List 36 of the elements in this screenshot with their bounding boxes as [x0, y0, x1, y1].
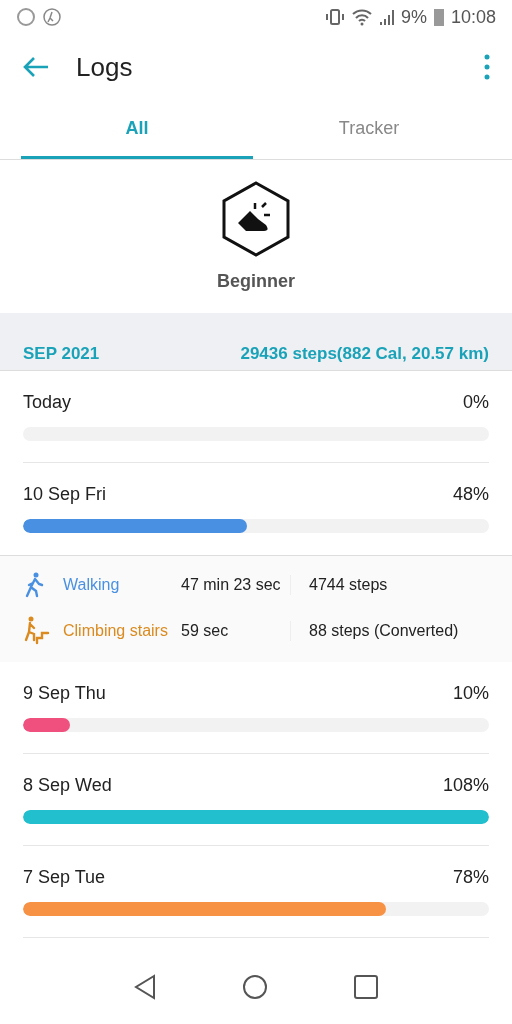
square-icon — [353, 974, 380, 1000]
back-arrow-icon — [22, 55, 50, 79]
day-percent: 10% — [452, 683, 489, 704]
signal-icon — [378, 8, 395, 26]
more-icon — [484, 54, 490, 80]
vibrate-icon — [324, 7, 345, 27]
activity-name: Climbing stairs — [63, 621, 169, 641]
page-title: Logs — [76, 51, 134, 83]
day-percent: 108% — [442, 775, 489, 796]
day-percent: 78% — [452, 867, 489, 888]
activity-steps: 88 steps (Converted) — [291, 622, 489, 640]
day-percent: 48% — [452, 484, 489, 505]
activity-duration: 59 sec — [181, 621, 291, 641]
triangle-icon — [132, 974, 157, 1000]
level-label: Beginner — [217, 271, 295, 292]
clock: 10:08 — [450, 6, 496, 28]
month-label: SEP 2021 — [23, 344, 100, 364]
activity-name: Walking — [63, 575, 121, 595]
walking-person-icon — [23, 572, 45, 598]
walking-icon — [42, 7, 62, 27]
day-label[interactable]: 9 Sep Thu — [23, 683, 106, 704]
day-label[interactable]: 8 Sep Wed — [23, 775, 112, 796]
circle-icon — [242, 974, 268, 1000]
activity-duration: 47 min 23 sec — [181, 575, 291, 595]
stairs-climber-icon — [23, 616, 51, 646]
battery-icon — [432, 7, 445, 27]
day-label[interactable]: 7 Sep Tue — [23, 867, 106, 888]
wifi-icon — [350, 8, 373, 26]
month-summary: 29436 steps(882 Cal, 20.57 km) — [240, 344, 489, 364]
shoe-badge-icon — [222, 181, 290, 257]
day-label[interactable]: Today — [23, 392, 72, 413]
tab[interactable]: Tracker — [253, 100, 485, 159]
battery-percent: 9% — [400, 6, 427, 28]
day-percent: 0% — [463, 392, 489, 413]
day-label[interactable]: 10 Sep Fri — [23, 484, 107, 505]
activity-steps: 4744 steps — [291, 576, 489, 594]
